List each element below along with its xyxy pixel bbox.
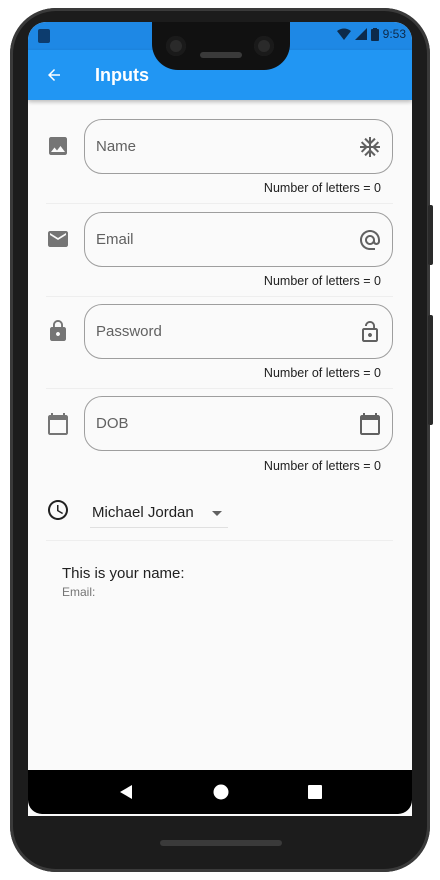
camera-lens [254,36,274,56]
mail-icon [48,231,68,247]
dropdown-arrow-icon [212,511,222,516]
email-label: Email [96,231,134,248]
nav-recents-icon[interactable] [308,785,323,799]
arrow-back-icon [48,69,60,81]
name-label: Name [96,138,137,155]
email-letter-counter: Number of letters = 0 [263,274,381,288]
at-icon [360,230,380,250]
password-input[interactable]: Password [84,304,393,359]
divider [46,540,393,541]
player-dropdown[interactable]: Michael Jordan [90,498,228,528]
clock-icon [48,500,68,520]
nav-back-icon[interactable] [118,784,134,800]
name-input[interactable]: Name [84,119,393,174]
calendar-icon[interactable] [358,412,382,436]
password-label: Password [96,323,162,340]
navigation-bar [28,770,412,814]
password-letter-counter: Number of letters = 0 [263,366,381,380]
status-icons: 9:53 [336,27,406,41]
snowflake-icon [360,137,380,157]
dob-input[interactable]: DOB [84,396,393,451]
camera-lens [166,36,186,56]
name-letter-counter: Number of letters = 0 [263,181,381,195]
battery-icon [370,27,379,41]
volume-button [428,315,433,425]
lock-icon [50,320,66,341]
dropdown-selected-value: Michael Jordan [92,504,194,521]
status-time: 9:53 [382,27,406,41]
lock-open-icon [362,321,378,342]
email-output: Email: [62,585,96,599]
divider [46,203,393,204]
divider [46,296,393,297]
email-input[interactable]: Email [84,212,393,267]
home-indicator [160,840,282,846]
signal-icon [354,28,367,40]
screen: 9:53 Inputs Name Number of letters = 0 E… [28,22,412,816]
wifi-icon [336,28,351,40]
image-icon [49,137,67,155]
name-output: This is your name: [62,565,185,582]
calendar-icon [48,413,68,435]
page-title: Inputs [95,64,149,85]
nav-home-icon[interactable] [213,784,229,800]
power-button [428,205,433,265]
sim-icon [38,29,50,43]
back-button[interactable] [28,50,80,100]
divider [46,388,393,389]
dob-letter-counter: Number of letters = 0 [263,459,381,473]
earpiece-speaker [200,52,242,58]
camera-notch [152,22,290,70]
dob-label: DOB [96,415,129,432]
